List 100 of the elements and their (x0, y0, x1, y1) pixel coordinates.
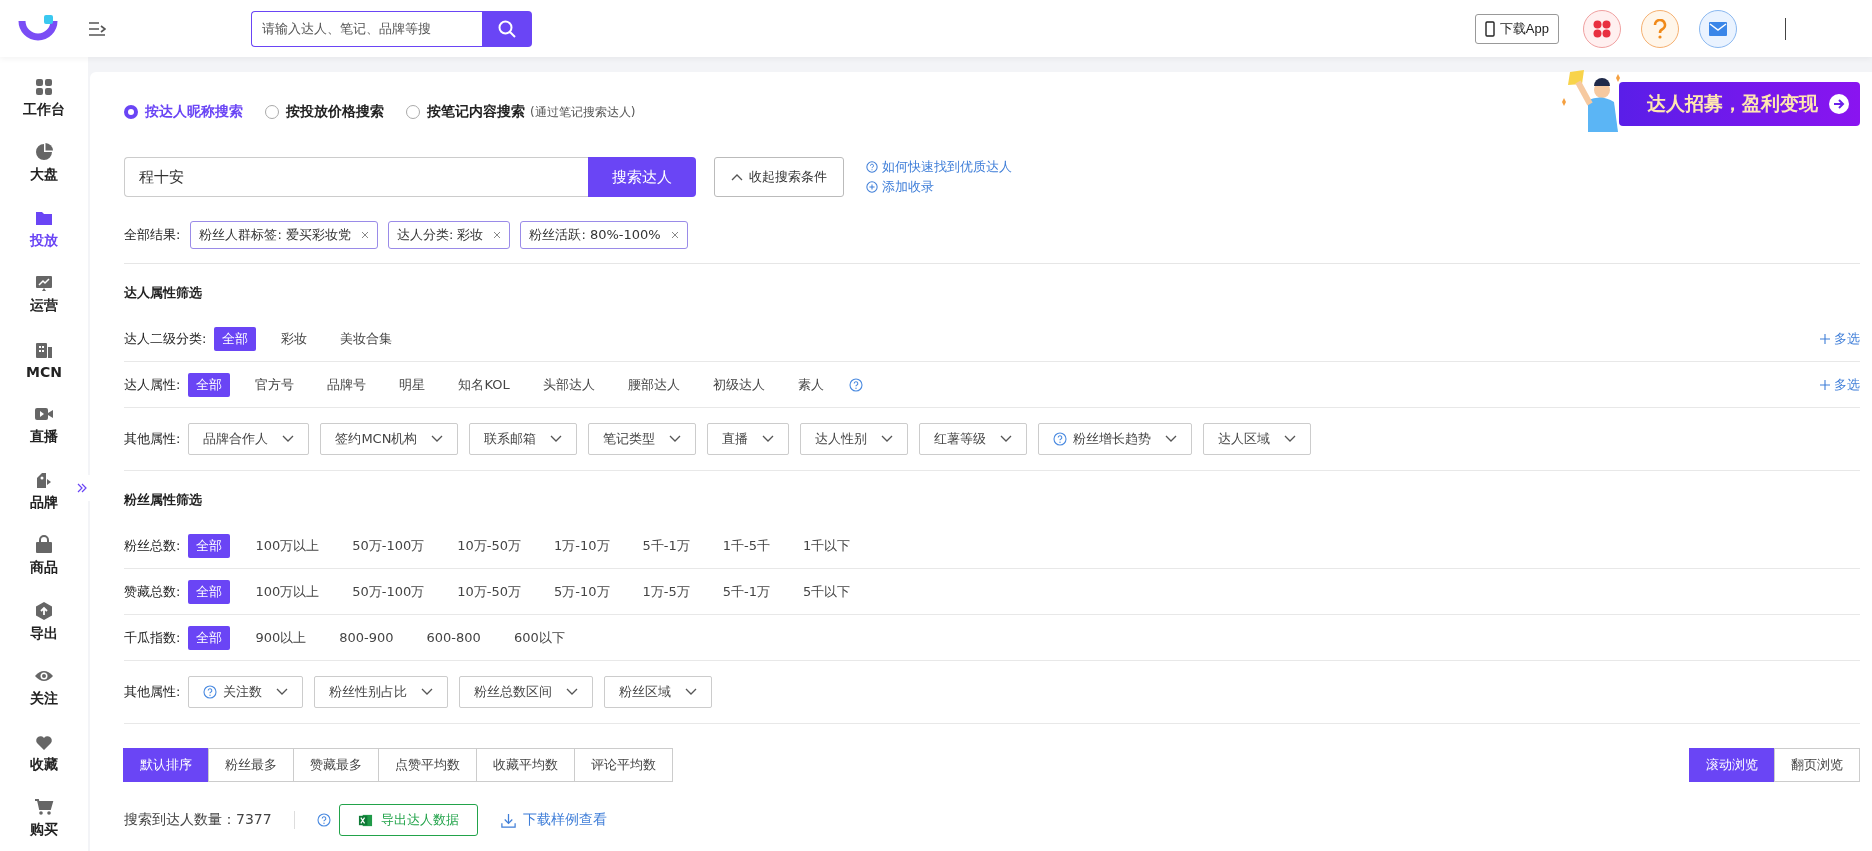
sidebar-item[interactable]: 投放 (30, 196, 58, 262)
sort-tab[interactable]: 默认排序 (123, 748, 209, 782)
filter-option[interactable]: 5千-1万 (714, 579, 779, 604)
search-mode-radio[interactable]: 按投放价格搜索 (265, 103, 384, 121)
filter-option[interactable]: 50万-100万 (344, 533, 433, 558)
filter-option[interactable]: 5万-10万 (546, 579, 618, 604)
filter-option[interactable]: 800-900 (331, 627, 402, 648)
download-sample-link[interactable]: 下载样例查看 (499, 811, 607, 829)
filter-option[interactable]: 50万-100万 (344, 579, 433, 604)
search-button[interactable] (482, 10, 532, 47)
recruit-banner[interactable]: 达人招募，盈利变现 (1619, 82, 1860, 126)
collapse-filters-button[interactable]: 收起搜索条件 (714, 157, 844, 197)
view-mode-tab[interactable]: 滚动浏览 (1689, 748, 1775, 782)
filter-tag[interactable]: 粉丝活跃: 80%-100% (520, 221, 688, 249)
filter-option[interactable]: 全部 (188, 625, 231, 650)
help-icon[interactable] (316, 813, 331, 827)
results-label: 全部结果: (124, 226, 181, 244)
filter-dropdown[interactable]: 达人性别 (800, 423, 909, 455)
chart-board-icon (34, 273, 54, 294)
sidebar-item[interactable]: 收藏 (30, 720, 58, 786)
result-count: 搜索到达人数量：7377 (124, 811, 272, 829)
filter-option[interactable]: 10万-50万 (449, 533, 530, 558)
filter-option[interactable]: 美妆合集 (332, 326, 401, 351)
multi-select-link[interactable]: 多选 (1820, 329, 1860, 348)
sidebar-item[interactable]: MCN (26, 327, 62, 393)
filter-dropdown[interactable]: 红薯等级 (919, 423, 1028, 455)
filter-dropdown[interactable]: 联系邮箱 (469, 423, 578, 455)
sidebar-item[interactable]: 购买 (30, 785, 58, 851)
filter-dropdown[interactable]: 粉丝区域 (604, 676, 713, 708)
help-icon[interactable] (1053, 432, 1068, 446)
filter-option[interactable]: 全部 (188, 579, 231, 604)
filter-option[interactable]: 5千-1万 (634, 533, 698, 558)
download-app-button[interactable]: 下载App (1474, 13, 1559, 44)
filter-option[interactable]: 100万以上 (247, 533, 328, 558)
sidebar-item[interactable]: 大盘 (30, 130, 58, 196)
apps-icon[interactable] (1583, 9, 1621, 48)
search-field[interactable]: 请输入达人、笔记、品牌等搜 (251, 10, 482, 47)
filter-option[interactable]: 官方号 (247, 372, 303, 397)
filter-option[interactable]: 600以下 (505, 625, 573, 650)
mail-icon[interactable] (1699, 9, 1737, 48)
sort-tab[interactable]: 收藏平均数 (476, 748, 575, 782)
filter-dropdown[interactable]: 笔记类型 (588, 423, 697, 455)
filter-option[interactable]: 5千以下 (795, 579, 859, 604)
search-talent-button[interactable]: 搜索达人 (588, 157, 696, 197)
help-icon[interactable] (203, 685, 218, 699)
close-icon[interactable] (670, 231, 679, 239)
sort-tab[interactable]: 赞藏最多 (293, 748, 379, 782)
grid-icon (34, 76, 54, 97)
filter-option[interactable]: 初级达人 (704, 372, 773, 397)
filter-option[interactable]: 知名KOL (450, 372, 518, 397)
filter-option[interactable]: 1千以下 (795, 533, 859, 558)
filter-option[interactable]: 明星 (391, 372, 434, 397)
sort-tab[interactable]: 粉丝最多 (208, 748, 294, 782)
menu-icon[interactable] (88, 20, 106, 37)
filter-option[interactable]: 全部 (214, 326, 257, 351)
search-mode-radio[interactable]: 按笔记内容搜索 (通过笔记搜索达人) (406, 103, 636, 121)
filter-dropdown[interactable]: 关注数 (188, 676, 304, 708)
sidebar-item[interactable]: 导出 (30, 589, 58, 655)
filter-option[interactable]: 全部 (188, 533, 231, 558)
sort-tab[interactable]: 评论平均数 (574, 748, 673, 782)
sort-tab[interactable]: 点赞平均数 (378, 748, 477, 782)
sidebar-item[interactable]: 工作台 (23, 65, 65, 131)
filter-option[interactable]: 1万-5万 (634, 579, 698, 604)
close-icon[interactable] (360, 231, 369, 239)
filter-option[interactable]: 10万-50万 (449, 579, 530, 604)
filter-dropdown[interactable]: 达人区域 (1203, 423, 1312, 455)
view-mode-tab[interactable]: 翻页浏览 (1774, 748, 1860, 782)
filter-option[interactable]: 品牌号 (319, 372, 375, 397)
close-icon[interactable] (493, 231, 502, 239)
filter-dropdown[interactable]: 签约MCN机构 (320, 423, 459, 455)
section-title: 达人属性筛选 (124, 284, 203, 302)
filter-dropdown[interactable]: 粉丝性别占比 (314, 676, 449, 708)
filter-option[interactable]: 1万-10万 (546, 533, 618, 558)
filter-option[interactable]: 素人 (789, 372, 832, 397)
sidebar-item[interactable]: 关注 (30, 654, 58, 720)
filter-option[interactable]: 600-800 (418, 627, 489, 648)
sidebar-item[interactable]: 运营 (30, 261, 58, 327)
help-icon[interactable] (1641, 9, 1679, 48)
search-mode-radio[interactable]: 按达人昵称搜索 (124, 103, 243, 121)
sidebar-item[interactable]: 商品 (30, 523, 58, 589)
filter-tag[interactable]: 粉丝人群标签: 爱买彩妆党 (190, 221, 378, 249)
sidebar-item[interactable]: 品牌 (30, 458, 58, 524)
filter-tag[interactable]: 达人分类: 彩妆 (387, 221, 511, 249)
filter-option[interactable]: 头部达人 (534, 372, 603, 397)
filter-option[interactable]: 全部 (188, 372, 231, 397)
filter-dropdown[interactable]: 粉丝增长趋势 (1038, 423, 1193, 455)
filter-option[interactable]: 彩妆 (273, 326, 316, 351)
help-icon[interactable] (848, 377, 863, 392)
sidebar-item[interactable]: 直播 (30, 392, 58, 458)
filter-option[interactable]: 900以上 (247, 625, 315, 650)
filter-dropdown[interactable]: 粉丝总数区间 (459, 676, 594, 708)
multi-select-link[interactable]: 多选 (1820, 375, 1860, 394)
help-link[interactable]: 添加收录 (866, 178, 1012, 196)
filter-option[interactable]: 腰部达人 (619, 372, 688, 397)
filter-dropdown[interactable]: 直播 (707, 423, 790, 455)
filter-option[interactable]: 100万以上 (247, 579, 328, 604)
filter-option[interactable]: 1千-5千 (714, 533, 779, 558)
filter-dropdown[interactable]: 品牌合作人 (188, 423, 310, 455)
help-link[interactable]: 如何快速找到优质达人 (866, 158, 1012, 176)
nickname-search-field[interactable]: 程十安 (124, 157, 588, 197)
